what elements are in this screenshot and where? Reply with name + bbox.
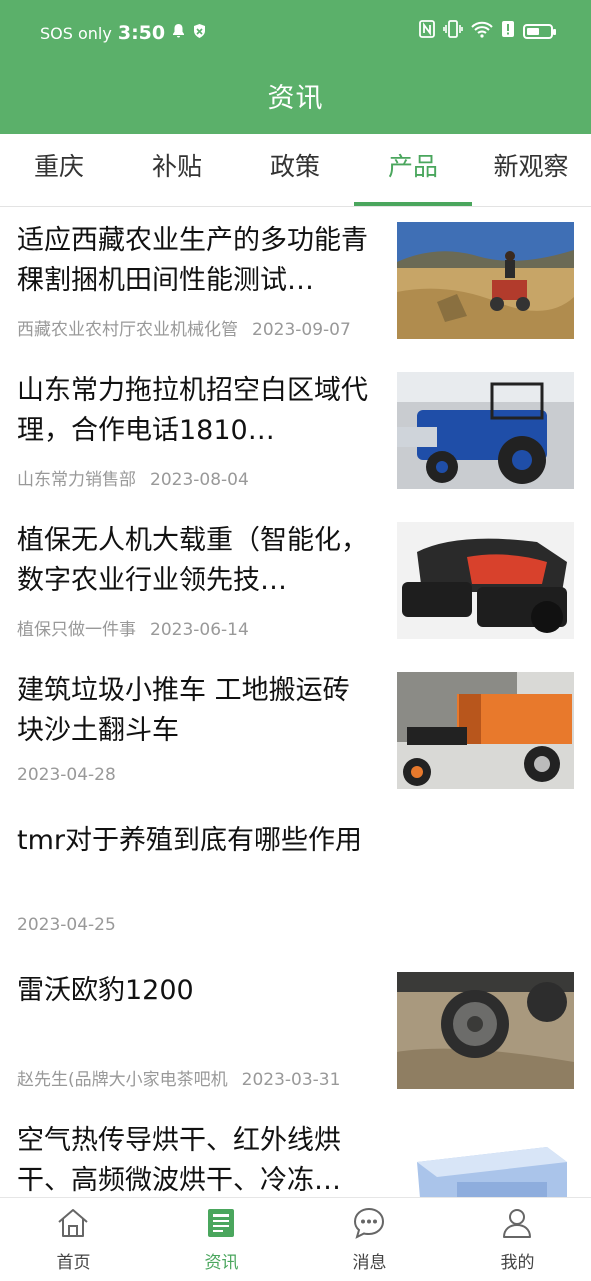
status-right	[419, 20, 556, 42]
home-icon	[58, 1209, 88, 1237]
article-date: 2023-09-07	[252, 320, 351, 340]
alert-icon	[501, 20, 515, 42]
nav-messages[interactable]: 消息	[296, 1198, 443, 1281]
news-icon	[208, 1209, 234, 1237]
list-item[interactable]: tmr对于养殖到底有哪些作用 2023-04-25	[0, 807, 591, 957]
status-left: SOS only 3:50	[40, 22, 207, 44]
bell-icon	[171, 23, 186, 43]
list-item[interactable]: 适应西藏农业生产的多功能青稞割捆机田间性能测试… 西藏农业农村厅农业机械化管 20…	[0, 207, 591, 357]
nav-profile-label: 我的	[500, 1253, 535, 1273]
article-meta: 山东常力销售部 2023-08-04	[17, 465, 249, 490]
article-date: 2023-08-04	[150, 470, 249, 490]
list-item[interactable]: 山东常力拖拉机招空白区域代理，合作电话1810… 山东常力销售部 2023-08-…	[0, 357, 591, 507]
bottom-nav: 首页 资讯 消息 我的	[0, 1197, 591, 1281]
nav-home-label: 首页	[56, 1253, 91, 1273]
article-date: 2023-04-25	[17, 915, 116, 935]
carrier-text: SOS only	[40, 23, 112, 43]
app-header: SOS only 3:50 资讯	[0, 0, 591, 134]
article-title: 雷沃欧豹1200	[17, 975, 194, 1006]
nav-messages-label: 消息	[352, 1253, 387, 1273]
article-list: 适应西藏农业生产的多功能青稞割捆机田间性能测试… 西藏农业农村厅农业机械化管 20…	[0, 207, 591, 1197]
article-source: 赵先生(品牌大小家电茶吧机	[17, 1070, 228, 1090]
article-meta: 赵先生(品牌大小家电茶吧机 2023-03-31	[17, 1065, 340, 1090]
profile-icon	[503, 1209, 531, 1238]
dryer-machine-image	[397, 1122, 574, 1197]
list-item[interactable]: 空气热传导烘干、红外线烘干、高频微波烘干、冷冻…	[0, 1107, 591, 1197]
blue-tractor-image	[397, 372, 574, 489]
article-meta: 植保只做一件事 2023-06-14	[17, 615, 249, 640]
article-source: 西藏农业农村厅农业机械化管	[17, 320, 238, 340]
field-harvester-image	[397, 222, 574, 339]
article-title: 植保无人机大载重（智能化，数字农业行业领先技…	[17, 525, 368, 596]
page-title: 资讯	[267, 83, 324, 114]
message-icon	[353, 1207, 385, 1239]
list-item[interactable]: 植保无人机大载重（智能化，数字农业行业领先技… 植保只做一件事 2023-06-1…	[0, 507, 591, 657]
article-title: 建筑垃圾小推车 工地搬运砖块沙土翻斗车	[17, 675, 350, 746]
shield-icon	[192, 23, 207, 43]
status-bar: SOS only 3:50	[0, 0, 591, 66]
tab-new-observation[interactable]: 新观察	[472, 134, 590, 206]
nav-home[interactable]: 首页	[0, 1198, 147, 1281]
nav-news-label: 资讯	[204, 1253, 239, 1273]
vibrate-icon	[443, 20, 463, 42]
nav-news[interactable]: 资讯	[148, 1198, 295, 1281]
tab-policy[interactable]: 政策	[236, 134, 354, 206]
list-item[interactable]: 建筑垃圾小推车 工地搬运砖块沙土翻斗车 2023-04-28	[0, 657, 591, 807]
article-date: 2023-03-31	[241, 1070, 341, 1090]
tab-chongqing[interactable]: 重庆	[0, 134, 118, 206]
category-tabs: 重庆 补贴 政策 产品 新观察	[0, 134, 591, 207]
tab-subsidy[interactable]: 补贴	[118, 134, 236, 206]
red-machine-image	[397, 522, 574, 639]
nav-profile[interactable]: 我的	[444, 1198, 591, 1281]
article-title: 山东常力拖拉机招空白区域代理，合作电话1810…	[17, 375, 368, 446]
clock-time: 3:50	[117, 22, 166, 44]
tab-products[interactable]: 产品	[354, 134, 472, 206]
orange-cart-image	[397, 672, 574, 789]
article-title: 适应西藏农业生产的多功能青稞割捆机田间性能测试…	[17, 225, 368, 296]
tractor-wheel-image	[397, 972, 574, 1089]
wifi-icon	[471, 21, 493, 42]
article-date: 2023-04-28	[17, 765, 116, 785]
nfc-icon	[419, 20, 435, 42]
article-meta: 西藏农业农村厅农业机械化管 2023-09-07	[17, 315, 351, 340]
article-title: tmr对于养殖到底有哪些作用	[17, 825, 362, 856]
article-date: 2023-06-14	[150, 620, 249, 640]
article-meta: 2023-04-28	[17, 765, 116, 785]
list-item[interactable]: 雷沃欧豹1200 赵先生(品牌大小家电茶吧机 2023-03-31	[0, 957, 591, 1107]
article-source: 植保只做一件事	[17, 620, 136, 640]
battery-icon	[523, 23, 556, 39]
article-meta: 2023-04-25	[17, 915, 116, 935]
article-title: 空气热传导烘干、红外线烘干、高频微波烘干、冷冻…	[17, 1125, 341, 1196]
article-source: 山东常力销售部	[17, 470, 136, 490]
